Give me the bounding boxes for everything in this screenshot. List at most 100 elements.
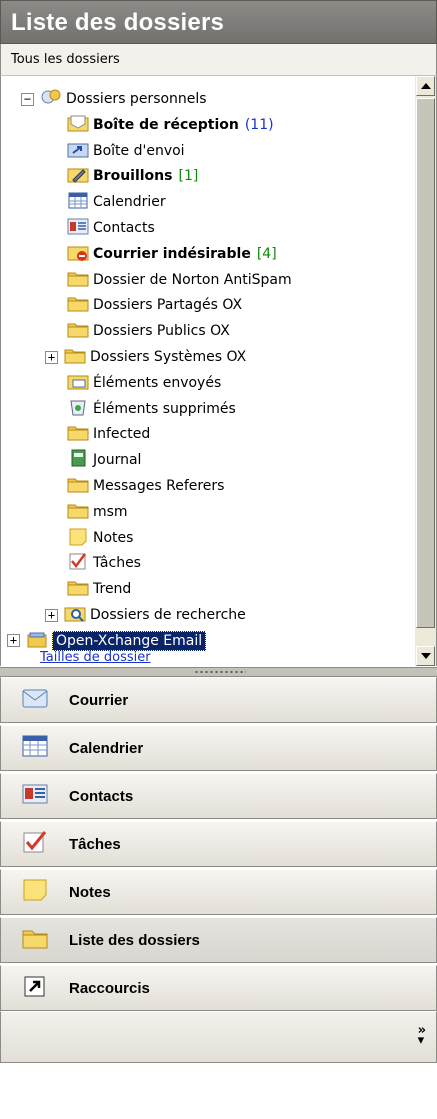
nav-button-label: Courrier (69, 691, 129, 709)
tree-item[interactable]: Dossiers Partagés OX (67, 292, 242, 318)
tree-item[interactable]: Tâches (67, 550, 141, 576)
nav-shortcut-icon (21, 973, 69, 1003)
notes-icon (67, 526, 93, 550)
tree-item[interactable]: Dossiers Publics OX (67, 318, 230, 344)
nav-button-3[interactable]: Contacts (0, 773, 437, 819)
tree-item[interactable]: Journal (67, 447, 141, 473)
tree-item[interactable]: Infected (67, 421, 150, 447)
folder-icon (67, 268, 93, 292)
pane-title: Liste des dossiers (0, 0, 437, 44)
tree-item-label: Boîte d'envoi (93, 142, 185, 159)
nav-button-label: Raccourcis (69, 979, 150, 997)
folder-icon (67, 474, 93, 498)
personal-folders-icon (40, 87, 66, 111)
splitter-grip[interactable] (194, 670, 246, 674)
folder-icon (67, 422, 93, 446)
search-folders-icon (64, 603, 90, 627)
nav-button-7[interactable]: Raccourcis (0, 965, 437, 1011)
nav-button-label: Notes (69, 883, 111, 901)
tree-item[interactable]: Contacts (67, 215, 155, 241)
tree-item-label: Éléments supprimés (93, 400, 236, 417)
tree-scrollbar[interactable] (415, 76, 436, 666)
folder-icon (67, 293, 93, 317)
tree-item-label: Dossier de Norton AntiSpam (93, 271, 292, 288)
tree-item-label: Éléments envoyés (93, 374, 222, 391)
tree-item-label: Messages Referers (93, 478, 225, 494)
tree-item-label: Dossiers Systèmes OX (90, 349, 247, 365)
nav-button-label: Contacts (69, 787, 134, 805)
tree-item[interactable]: Messages Referers (67, 473, 224, 499)
sent-items-icon (67, 371, 93, 395)
unread-count: (11) (244, 116, 274, 133)
tree-item[interactable]: Boîte d'envoi (67, 138, 185, 164)
pane-splitter[interactable] (0, 667, 437, 677)
nav-footer: » ▾ (0, 1011, 437, 1063)
tree-item[interactable]: Éléments envoyés (67, 370, 221, 396)
nav-button-5[interactable]: Notes (0, 869, 437, 915)
tree-item-label: Trend (93, 581, 132, 598)
junk-mail-icon (67, 242, 93, 266)
nav-button-6[interactable]: Liste des dossiers (0, 917, 437, 963)
inbox-icon (67, 113, 93, 137)
nav-mail-icon (21, 685, 69, 715)
tree-item-label: Calendrier (93, 194, 166, 211)
scroll-down-button[interactable] (416, 646, 435, 666)
tree-item-label: msm (93, 503, 128, 520)
calendar-icon (67, 190, 93, 214)
tree-item-label: Dossiers Publics OX (93, 323, 230, 340)
nav-calendar-icon (21, 733, 69, 763)
unread-count: [1] (178, 168, 199, 185)
tree-item-label: Infected (93, 426, 151, 443)
tree-item-label: Courrier indésirable (93, 245, 251, 262)
collapse-icon[interactable]: − (21, 92, 34, 106)
tree-item[interactable]: msm (67, 499, 128, 525)
nav-button-1[interactable]: Courrier (0, 677, 437, 723)
tree-item[interactable]: Trend (67, 576, 131, 602)
deleted-items-icon (67, 397, 93, 421)
tree-item-label: Dossiers de recherche (90, 607, 246, 623)
nav-button-label: Calendrier (69, 739, 144, 757)
journal-icon (67, 448, 93, 472)
tree-item[interactable]: Calendrier (67, 189, 166, 215)
tree-item-label: Contacts (93, 220, 155, 236)
tree-item[interactable]: Dossier de Norton AntiSpam (67, 267, 292, 293)
tree-item[interactable]: Éléments supprimés (67, 396, 236, 422)
tree-item-label: Brouillons (93, 168, 173, 185)
unread-count: [4] (256, 245, 277, 262)
nav-folder-icon (21, 925, 69, 955)
nav-button-2[interactable]: Calendrier (0, 725, 437, 771)
tree-item[interactable]: + Dossiers de recherche (45, 602, 246, 628)
tree-item[interactable]: Brouillons [1] (67, 163, 198, 189)
expand-icon[interactable]: + (7, 634, 20, 648)
drafts-icon (67, 164, 93, 188)
tree-item[interactable]: Boîte de réception (11) (67, 112, 274, 138)
nav-button-label: Tâches (69, 835, 121, 853)
tree-item-label: Tâches (93, 555, 141, 572)
nav-contacts-icon (21, 781, 69, 811)
tasks-icon (67, 551, 93, 575)
configure-buttons-chevron-icon[interactable]: » ▾ (418, 1024, 426, 1047)
folder-sizes-link[interactable]: Tailles de dossier (40, 650, 151, 665)
tree-item-label: Notes (93, 529, 134, 546)
tree-item[interactable]: + Dossiers Systèmes OX (45, 344, 246, 370)
folder-icon (67, 500, 93, 524)
tree-item-label: Boîte de réception (93, 116, 239, 133)
tree-item[interactable]: − Dossiers personnels (21, 86, 207, 112)
tree-item-label: Dossiers Partagés OX (93, 297, 243, 314)
outbox-icon (67, 139, 93, 163)
scroll-thumb[interactable] (416, 98, 435, 628)
tree-item[interactable]: Courrier indésirable [4] (67, 241, 277, 267)
nav-button-label: Liste des dossiers (69, 931, 200, 949)
folder-tree-area: − Dossiers personnels Boîte de réception (1… (0, 76, 437, 666)
tree-item[interactable]: Notes (67, 525, 133, 551)
tree-item-label: Open-Xchange Email (52, 630, 207, 651)
expand-icon[interactable]: + (45, 350, 58, 364)
nav-tasks-icon (21, 829, 69, 859)
tree-item-label: Journal (93, 452, 142, 469)
nav-notes-icon (21, 877, 69, 907)
scroll-up-button[interactable] (416, 76, 435, 96)
expand-icon[interactable]: + (45, 608, 58, 622)
nav-button-4[interactable]: Tâches (0, 821, 437, 867)
contacts-icon (67, 216, 93, 240)
folder-icon (67, 319, 93, 343)
